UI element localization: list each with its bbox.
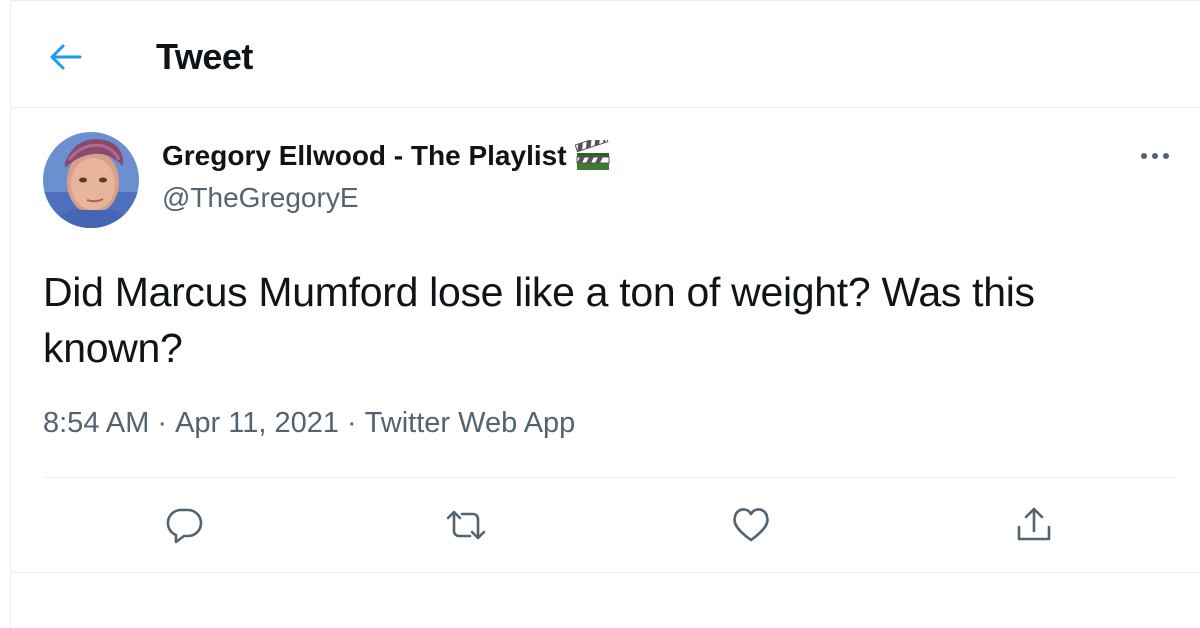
- tweet-date[interactable]: Apr 11, 2021: [175, 407, 339, 439]
- reply-button[interactable]: [159, 500, 209, 550]
- author-name[interactable]: Gregory Ellwood - The Playlist: [162, 140, 611, 172]
- share-icon: [1017, 507, 1051, 541]
- separator: ·: [347, 407, 357, 439]
- like-button[interactable]: [726, 500, 776, 550]
- tweet-time[interactable]: 8:54 AM: [43, 407, 149, 439]
- author-name-text: Gregory Ellwood - The Playlist: [162, 140, 567, 171]
- separator: ·: [157, 407, 168, 439]
- reply-icon: [166, 508, 203, 544]
- bottom-border: [10, 572, 1200, 573]
- tweet-metadata: 8:54 AM · Apr 11, 2021 · Twitter Web App: [43, 407, 575, 440]
- avatar-image: [43, 132, 139, 228]
- tweet-source[interactable]: Twitter Web App: [365, 407, 576, 439]
- retweet-button[interactable]: [441, 500, 491, 550]
- back-button[interactable]: [44, 35, 88, 79]
- author-handle[interactable]: @TheGregoryE: [162, 182, 359, 214]
- clapper-board-icon: [574, 140, 611, 172]
- arrow-left-icon: [50, 44, 82, 70]
- more-options-button[interactable]: [1130, 138, 1180, 174]
- page-header: Tweet: [10, 0, 1200, 108]
- avatar[interactable]: [43, 132, 139, 228]
- more-icon: [1141, 153, 1169, 159]
- tweet-text: Did Marcus Mumford lose like a ton of we…: [43, 269, 1035, 371]
- retweet-icon: [446, 510, 486, 540]
- share-button[interactable]: [1009, 500, 1059, 550]
- action-bar: [43, 478, 1175, 572]
- page-title: Tweet: [156, 36, 253, 77]
- heart-icon: [733, 508, 769, 542]
